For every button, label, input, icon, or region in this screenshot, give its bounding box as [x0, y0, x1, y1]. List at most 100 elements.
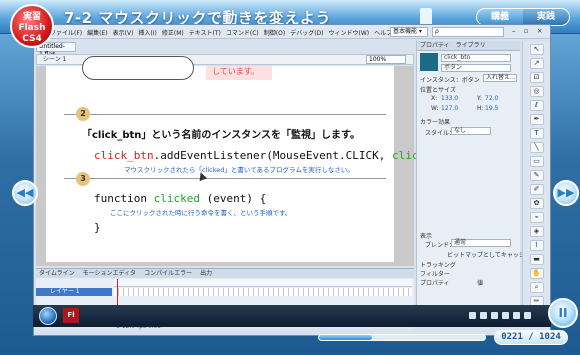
line-tool-icon[interactable]: ╲: [529, 142, 544, 153]
scene-label[interactable]: シーン 1: [43, 56, 66, 63]
y-value[interactable]: 72.0: [485, 95, 498, 102]
menu-item[interactable]: 表示(V): [113, 28, 134, 37]
frame-ruler[interactable]: [114, 279, 412, 287]
lasso-tool-icon[interactable]: ℓ: [529, 100, 544, 111]
menu-item[interactable]: テキスト(T): [189, 28, 221, 37]
stage-area: しています。 2 「click_btn」という名前のインスタンスを「監視」します…: [36, 56, 452, 266]
tab-timeline[interactable]: タイムライン: [39, 269, 75, 278]
w-value[interactable]: 127.0: [441, 105, 458, 112]
step-instruction: 「click_btn」という名前のインスタンスを「監視」します。: [82, 130, 361, 141]
x-value[interactable]: 133.0: [441, 95, 458, 102]
section-tracking[interactable]: トラッキング: [420, 260, 456, 269]
stage[interactable]: しています。 2 「click_btn」という名前のインスタンスを「監視」します…: [46, 56, 452, 262]
h-value[interactable]: 19.5: [485, 105, 498, 112]
layer-row[interactable]: レイヤー 1: [36, 288, 112, 296]
workspace-select[interactable]: 基本機能 ▾: [390, 27, 428, 37]
menu-item[interactable]: 制御(O): [264, 28, 285, 37]
transform-tool-icon[interactable]: ⊡: [529, 72, 544, 83]
eraser-icon[interactable]: ▬: [529, 254, 544, 265]
start-button-icon[interactable]: [39, 307, 57, 325]
menu-item[interactable]: コマンド(C): [226, 28, 259, 37]
paint-bucket-icon[interactable]: ◈: [529, 226, 544, 237]
tray-icon[interactable]: [491, 312, 498, 319]
zoom-tool-icon[interactable]: ⌕: [529, 282, 544, 293]
brush-tool-icon[interactable]: ✐: [529, 184, 544, 195]
code-line-2: function clicked (event) {: [94, 192, 266, 205]
tray-icon[interactable]: [513, 312, 520, 319]
code-line-1: click_btn.addEventListener(MouseEvent.CL…: [94, 149, 452, 162]
section-color-effect[interactable]: カラー効果: [420, 117, 450, 126]
filter-property-col: プロパティ: [420, 280, 450, 287]
search-input[interactable]: ρ: [432, 27, 504, 37]
tab-motion-editor[interactable]: モーションエディタ: [83, 269, 136, 278]
menu-item[interactable]: 挿入(I): [138, 28, 156, 37]
badge-label-1: 実習: [22, 12, 41, 22]
blend-select[interactable]: 通常: [451, 239, 511, 247]
tab-compile-errors[interactable]: コンパイルエラー: [144, 269, 192, 278]
menu-item[interactable]: ウィンドウ(W): [329, 28, 370, 37]
menu-bar: Fl ファイル(F) 編集(E) 表示(V) 挿入(I) 修正(M) テキスト(…: [34, 25, 550, 39]
y-label: Y:: [477, 95, 482, 102]
badge-label-2: Flash: [18, 23, 46, 33]
filter-value-col: 値: [477, 280, 484, 287]
code-token: click_btn: [94, 149, 154, 162]
tab-properties[interactable]: プロパティ: [420, 41, 450, 50]
previous-icon[interactable]: ◀◀: [12, 180, 38, 206]
code-token: clicked: [153, 192, 200, 205]
divider: [64, 114, 386, 115]
swap-button[interactable]: 入れ替え...: [483, 74, 517, 82]
text-tool-icon[interactable]: T: [529, 128, 544, 139]
tutorial-player: 7-2 マウスクリックで動きを変えよう 講義 実践 実習 Flash CS4 F…: [0, 0, 580, 355]
mode-explain-button[interactable]: 講義: [477, 9, 523, 25]
tab-output[interactable]: 出力: [200, 269, 212, 278]
menu-item[interactable]: 編集(E): [87, 28, 107, 37]
course-badge: 実習 Flash CS4: [10, 4, 54, 48]
menu-item[interactable]: ファイル(F): [50, 28, 82, 37]
w-label: W:: [431, 105, 439, 112]
pause-icon[interactable]: II: [548, 298, 578, 328]
eyedropper-icon[interactable]: ⌇: [529, 240, 544, 251]
cache-checkbox[interactable]: ビットマップとしてキャッシュ: [447, 250, 531, 259]
pencil-tool-icon[interactable]: ✎: [529, 170, 544, 181]
flash-taskbar-icon[interactable]: Fl: [63, 308, 79, 323]
section-display[interactable]: 表示: [420, 231, 432, 240]
subselect-tool-icon[interactable]: ↗: [529, 58, 544, 69]
tab-library[interactable]: ライブラリ: [456, 41, 486, 50]
flash-app-window: Fl ファイル(F) 編集(E) 表示(V) 挿入(I) 修正(M) テキスト(…: [33, 24, 551, 336]
rectangle-tool-icon[interactable]: ▭: [529, 156, 544, 167]
code-line-3: }: [94, 221, 101, 234]
instance-name-field[interactable]: click_btn: [441, 54, 511, 62]
section-filter[interactable]: フィルター: [420, 269, 450, 278]
properties-panel: プロパティ ライブラリ click_btn ボタン インスタンス：ボタン 入れ替…: [416, 41, 531, 307]
next-icon[interactable]: ▶▶: [553, 180, 579, 206]
style-select[interactable]: なし: [451, 127, 491, 135]
x-label: X:: [431, 95, 438, 102]
tray-icon[interactable]: [502, 312, 509, 319]
slide-counter: 0221 / 1024: [494, 330, 568, 345]
hand-tool-icon[interactable]: ✋: [529, 268, 544, 279]
window-controls[interactable]: – ▫ ×: [512, 27, 546, 35]
taskbar: Fl: [33, 305, 551, 327]
code-note: ここにクリックされた時に行う命令を書く、という手順です。: [110, 209, 292, 217]
menu-item[interactable]: 修正(M): [162, 28, 184, 37]
tray-icon[interactable]: [480, 312, 487, 319]
code-token: .addEventListener(MouseEvent.CLICK,: [153, 149, 393, 162]
menu-item[interactable]: デバッグ(D): [290, 28, 323, 37]
step-number: 2: [76, 107, 90, 121]
seek-bar[interactable]: [318, 334, 486, 341]
selection-tool-icon[interactable]: ↖: [529, 44, 544, 55]
frame-row[interactable]: [114, 288, 412, 296]
3d-rotate-tool-icon[interactable]: ◎: [529, 86, 544, 97]
red-note: しています。: [206, 66, 272, 80]
type-select[interactable]: ボタン: [441, 64, 511, 72]
mode-practice-button[interactable]: 実践: [523, 9, 569, 25]
pen-tool-icon[interactable]: ✒: [529, 114, 544, 125]
tray-icon[interactable]: [524, 312, 531, 319]
section-position-size[interactable]: 位置とサイズ: [420, 85, 456, 94]
zoom-select[interactable]: 100%: [366, 55, 406, 64]
deco-tool-icon[interactable]: ✿: [529, 198, 544, 209]
instance-of-label: インスタンス：ボタン: [420, 77, 480, 84]
timeline-tabs: タイムライン モーションエディタ コンパイルエラー 出力: [36, 269, 414, 278]
bone-tool-icon[interactable]: ⌁: [529, 212, 544, 223]
tray-icon[interactable]: [469, 312, 476, 319]
